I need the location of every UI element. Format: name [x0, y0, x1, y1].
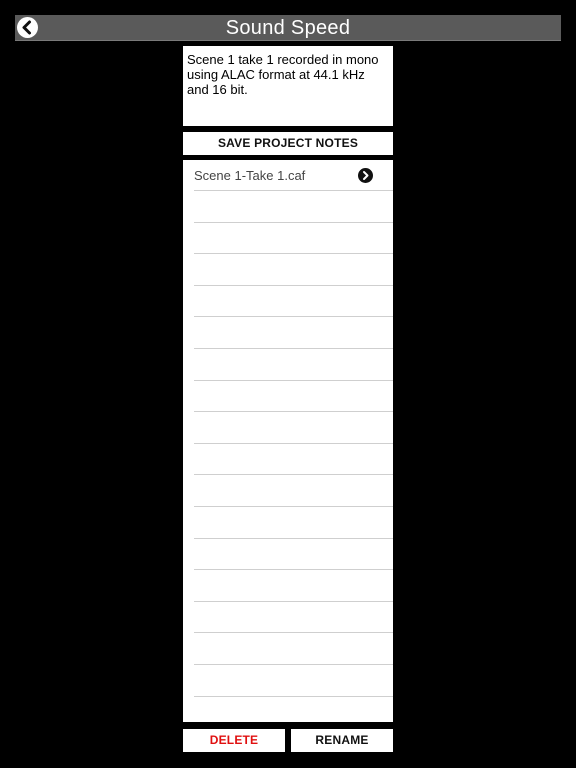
empty-row	[194, 223, 393, 254]
empty-row	[194, 255, 393, 286]
project-notes-textarea[interactable]: Scene 1 take 1 recorded in mono using AL…	[183, 46, 393, 126]
empty-row	[194, 508, 393, 539]
empty-row	[194, 634, 393, 665]
empty-row	[194, 381, 393, 412]
empty-row	[194, 444, 393, 475]
empty-row	[194, 286, 393, 317]
empty-row	[194, 350, 393, 381]
empty-row	[194, 192, 393, 223]
empty-row	[194, 666, 393, 697]
empty-row	[194, 602, 393, 633]
file-list: Scene 1-Take 1.caf	[183, 160, 393, 722]
chevron-right-circle-icon[interactable]	[358, 168, 373, 183]
file-row[interactable]: Scene 1-Take 1.caf	[194, 160, 393, 191]
file-name: Scene 1-Take 1.caf	[194, 168, 306, 183]
empty-row	[194, 476, 393, 507]
delete-button[interactable]: DELETE	[183, 729, 285, 752]
empty-row	[194, 571, 393, 602]
empty-row	[194, 413, 393, 444]
page-title: Sound Speed	[225, 17, 351, 39]
empty-row	[194, 539, 393, 570]
empty-row	[194, 697, 393, 722]
title-bar: Sound Speed	[15, 15, 561, 41]
rename-button[interactable]: RENAME	[291, 729, 393, 752]
save-project-notes-button[interactable]: SAVE PROJECT NOTES	[183, 132, 393, 155]
empty-row	[194, 318, 393, 349]
